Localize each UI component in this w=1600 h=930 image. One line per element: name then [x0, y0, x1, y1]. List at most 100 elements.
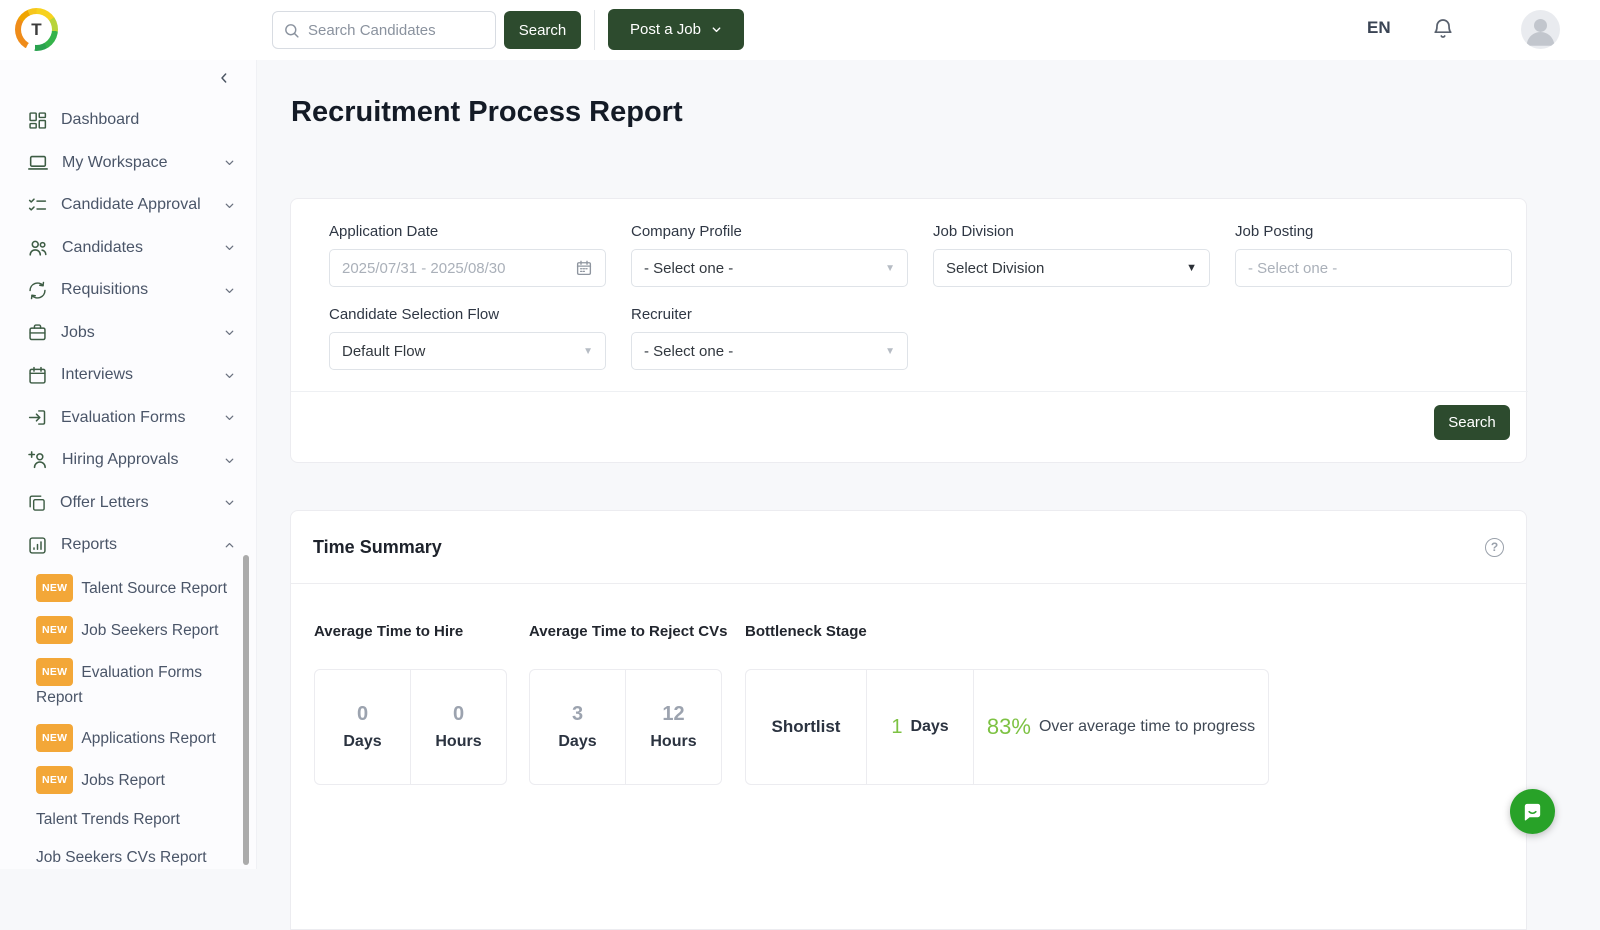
- evaluation-forms-icon: [27, 407, 48, 428]
- filter-panel: Application Date2025/07/31 - 2025/08/30C…: [290, 198, 1527, 463]
- chevron-down-icon: [223, 156, 236, 169]
- time-summary-header: Time Summary ?: [291, 511, 1526, 584]
- sidebar-item-reports[interactable]: Reports: [0, 524, 256, 567]
- new-badge: NEW: [36, 658, 73, 686]
- metric-card-average-time-to-reject-cvs: 3Days12Hours: [529, 669, 722, 785]
- field-label: Recruiter: [631, 306, 908, 323]
- dropdown-arrow-icon: ▼: [885, 346, 895, 357]
- metric-value: 0: [357, 703, 368, 726]
- candidate-selection-flow-control[interactable]: Default Flow▼: [329, 332, 606, 370]
- dropdown-arrow-icon: ▼: [583, 346, 593, 357]
- sidebar-scrollbar[interactable]: [243, 555, 249, 865]
- sidebar-item-jobs[interactable]: Jobs: [0, 312, 256, 355]
- sidebar-item-label: Candidate Approval: [61, 196, 201, 214]
- days-unit: Days: [910, 718, 948, 736]
- help-icon[interactable]: ?: [1485, 538, 1504, 557]
- chevron-down-icon: [223, 411, 236, 424]
- sidebar-subitem-job-seekers-cvs-report[interactable]: Job Seekers CVs Report: [0, 839, 256, 870]
- sidebar-item-offer-letters[interactable]: Offer Letters: [0, 482, 256, 525]
- bottleneck-stage-cell: Shortlist: [746, 670, 866, 784]
- user-avatar[interactable]: [1521, 10, 1560, 49]
- sidebar-item-candidate-approval[interactable]: Candidate Approval: [0, 184, 256, 227]
- sidebar-item-label: Jobs: [61, 324, 95, 342]
- sidebar-item-dashboard[interactable]: Dashboard: [0, 99, 256, 142]
- select-value: - Select one -: [644, 260, 877, 277]
- post-a-job-label: Post a Job: [630, 21, 701, 38]
- sidebar-item-label: Interviews: [61, 366, 133, 384]
- field-label: Job Division: [933, 223, 1210, 240]
- metric-unit: Days: [343, 733, 381, 751]
- stage-name: Shortlist: [772, 717, 841, 737]
- main-content: Recruitment Process Report Application D…: [256, 60, 1600, 869]
- job-division-control[interactable]: Select Division▼: [933, 249, 1210, 287]
- sidebar-item-my-workspace[interactable]: My Workspace: [0, 142, 256, 185]
- metric-label: Bottleneck Stage: [745, 623, 867, 640]
- bottleneck-days-cell: 1 Days: [866, 670, 973, 784]
- sidebar-subitem-talent-trends-report[interactable]: Talent Trends Report: [0, 801, 256, 839]
- recruiter-control[interactable]: - Select one - ▼: [631, 332, 908, 370]
- sidebar-subitem-applications-report[interactable]: NEWApplications Report: [0, 717, 256, 759]
- metric-label: Average Time to Hire: [314, 623, 463, 640]
- percent-description: Over average time to progress: [1039, 718, 1255, 736]
- time-summary-title: Time Summary: [313, 537, 442, 558]
- reports-icon: [27, 535, 48, 556]
- sidebar-item-interviews[interactable]: Interviews: [0, 354, 256, 397]
- chevron-up-icon: [223, 539, 236, 552]
- workspace-icon: [27, 152, 49, 174]
- job-posting-control[interactable]: - Select one -: [1235, 249, 1512, 287]
- app-logo[interactable]: T: [15, 8, 58, 51]
- language-switch[interactable]: EN: [1367, 18, 1391, 38]
- metric-value: 0: [453, 703, 464, 726]
- search-icon: [283, 22, 300, 39]
- sidebar-item-label: Hiring Approvals: [62, 451, 179, 469]
- sidebar-subitem-evaluation-forms-report[interactable]: NEWEvaluation Forms Report: [0, 651, 256, 717]
- post-a-job-button[interactable]: Post a Job: [608, 9, 744, 50]
- sidebar-item-label: Offer Letters: [60, 494, 149, 512]
- filter-field-job-division: Job Division Select Division▼: [933, 223, 1210, 287]
- filter-search-button[interactable]: Search: [1434, 405, 1510, 440]
- metric-cell: 12Hours: [625, 670, 721, 784]
- sidebar-item-label: Dashboard: [61, 111, 139, 129]
- search-button[interactable]: Search: [504, 11, 581, 49]
- filter-field-application-date: Application Date2025/07/31 - 2025/08/30: [329, 223, 606, 287]
- metric-label: Average Time to Reject CVs: [529, 623, 727, 640]
- filter-field-recruiter: Recruiter - Select one - ▼: [631, 306, 908, 370]
- jobs-icon: [27, 322, 48, 343]
- app-logo-letter: T: [21, 14, 52, 45]
- application-date-control[interactable]: 2025/07/31 - 2025/08/30: [329, 249, 606, 287]
- company-profile-control[interactable]: - Select one -▼: [631, 249, 908, 287]
- chat-widget-button[interactable]: [1510, 789, 1555, 834]
- chevron-down-icon: [223, 496, 236, 509]
- sidebar-subitem-talent-source-report[interactable]: NEWTalent Source Report: [0, 567, 256, 609]
- sidebar-item-hiring-approvals[interactable]: Hiring Approvals: [0, 439, 256, 482]
- metric-value: 3: [572, 703, 583, 726]
- new-badge: NEW: [36, 766, 73, 794]
- sidebar-item-evaluation-forms[interactable]: Evaluation Forms: [0, 397, 256, 440]
- chevron-down-icon: [223, 369, 236, 382]
- days-value: 1: [891, 716, 902, 739]
- metric-value: 12: [662, 703, 684, 726]
- interviews-icon: [27, 365, 48, 386]
- select-value: - Select one -: [644, 343, 877, 360]
- sidebar-item-label: Candidates: [62, 239, 143, 257]
- metric-cell: 0 Hours: [410, 670, 506, 784]
- page-title: Recruitment Process Report: [291, 96, 683, 129]
- sidebar-item-label: Evaluation Forms: [61, 409, 186, 427]
- sidebar-subitem-jobs-report[interactable]: NEWJobs Report: [0, 759, 256, 801]
- sidebar-collapse-icon[interactable]: [216, 70, 234, 88]
- notifications-bell-icon[interactable]: [1431, 17, 1455, 41]
- bottleneck-percent-cell: 83%Over average time to progress: [973, 670, 1268, 784]
- sidebar-subitem-job-seekers-report[interactable]: NEWJob Seekers Report: [0, 609, 256, 651]
- chevron-down-icon: [223, 284, 236, 297]
- sidebar-item-requisitions[interactable]: Requisitions: [0, 269, 256, 312]
- new-badge: NEW: [36, 724, 73, 752]
- topbar-divider: [594, 10, 595, 50]
- candidates-icon: [27, 237, 49, 259]
- search-input[interactable]: [308, 22, 485, 39]
- sidebar-item-candidates[interactable]: Candidates: [0, 227, 256, 270]
- requisitions-icon: [27, 280, 48, 301]
- candidate-approval-icon: [27, 195, 48, 216]
- metric-unit: Hours: [435, 733, 481, 751]
- chevron-down-icon: [223, 241, 236, 254]
- top-bar: T Search Post a Job EN: [0, 0, 1600, 60]
